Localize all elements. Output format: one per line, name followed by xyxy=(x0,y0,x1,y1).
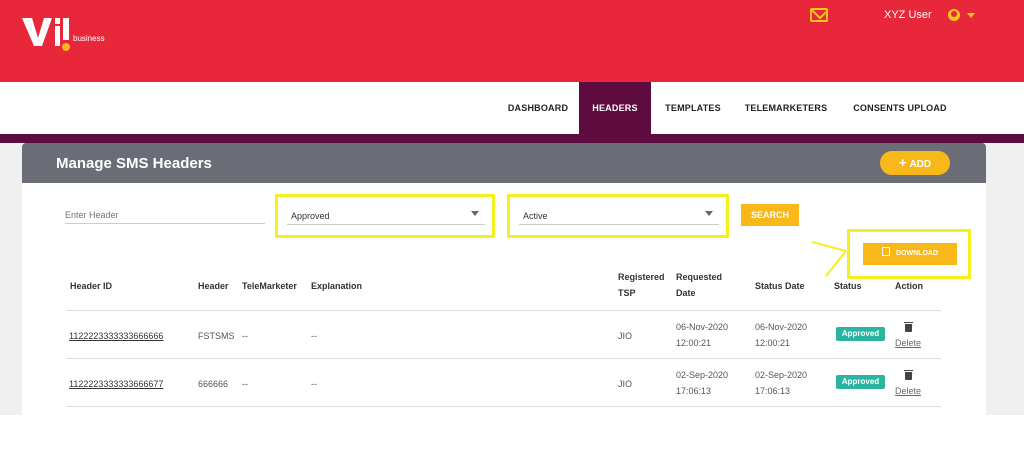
page-background-right xyxy=(986,143,1024,415)
table-row-divider xyxy=(66,406,941,407)
page-background-left xyxy=(0,143,22,415)
top-bar: business XYZ User xyxy=(0,0,1024,82)
chevron-down-icon xyxy=(471,211,479,216)
search-button[interactable]: SEARCH xyxy=(741,204,799,226)
chevron-down-icon[interactable] xyxy=(967,13,975,18)
status-date: 02-Sep-2020 xyxy=(755,370,808,380)
header-cell: FSTSMS xyxy=(198,331,235,341)
status-select-value: Approved xyxy=(291,211,330,221)
column-action: Action xyxy=(895,281,923,291)
panel-header: Manage SMS Headers + ADD xyxy=(22,143,986,183)
state-select-value: Active xyxy=(523,211,548,221)
column-registered-tsp: Registered TSP xyxy=(618,271,665,300)
column-status: Status xyxy=(834,281,862,291)
requested-date: 06-Nov-2020 xyxy=(676,322,729,332)
status-date: 06-Nov-2020 xyxy=(755,322,808,332)
column-requested-date-line2: Date xyxy=(676,288,696,298)
status-date-cell: 02-Sep-2020 17:06:13 xyxy=(755,369,807,398)
requested-time: 17:06:13 xyxy=(676,386,712,396)
table-header-divider xyxy=(66,310,941,311)
explanation-cell: -- xyxy=(311,331,317,341)
column-explanation: Explanation xyxy=(311,281,363,291)
header-search-input[interactable] xyxy=(65,206,265,224)
status-badge: Approved xyxy=(836,375,885,389)
nav-headers[interactable]: HEADERS xyxy=(579,82,651,134)
add-button[interactable]: + ADD xyxy=(880,151,950,175)
nav-dashboard[interactable]: DASHBOARD xyxy=(498,82,578,134)
plus-icon: + xyxy=(898,155,907,170)
column-telemarketer: TeleMarketer xyxy=(242,281,297,291)
trash-icon[interactable] xyxy=(904,322,913,332)
nav-underline xyxy=(0,134,1024,143)
status-time: 12:00:21 xyxy=(755,338,791,348)
status-date-cell: 06-Nov-2020 12:00:21 xyxy=(755,321,807,350)
requested-date-cell: 06-Nov-2020 12:00:21 xyxy=(676,321,728,350)
state-select-highlight: Active xyxy=(507,194,729,238)
status-badge: Approved xyxy=(836,327,885,341)
column-requested-date-line1: Requested xyxy=(676,272,723,282)
column-registered-tsp-line1: Registered xyxy=(618,272,665,282)
file-icon xyxy=(882,247,890,256)
state-select[interactable]: Active xyxy=(519,207,719,225)
requested-date-cell: 02-Sep-2020 17:06:13 xyxy=(676,369,728,398)
annotation-arrow xyxy=(811,241,847,277)
main-nav: DASHBOARD HEADERS TEMPLATES TELEMARKETER… xyxy=(0,82,1024,134)
column-status-date: Status Date xyxy=(755,281,805,291)
nav-telemarketers[interactable]: TELEMARKETERS xyxy=(737,82,835,134)
trash-icon[interactable] xyxy=(904,370,913,380)
tsp-cell: JIO xyxy=(618,379,633,389)
column-registered-tsp-line2: TSP xyxy=(618,288,636,298)
column-requested-date: Requested Date xyxy=(676,271,722,300)
vi-logo[interactable] xyxy=(20,14,120,58)
header-cell: 666666 xyxy=(198,379,229,389)
delete-link[interactable]: Delete xyxy=(895,386,921,396)
mail-icon[interactable] xyxy=(810,8,828,22)
table-row-divider xyxy=(66,358,941,359)
telemarketer-cell: -- xyxy=(242,331,248,341)
status-select-highlight: Approved xyxy=(275,194,495,238)
column-header-id: Header ID xyxy=(70,281,113,291)
nav-consents-upload[interactable]: CONSENTS UPLOAD xyxy=(845,82,955,134)
header-id-link[interactable]: 1122223333333666677 xyxy=(69,378,163,391)
header-id-link[interactable]: 1122223333333666666 xyxy=(69,330,163,343)
status-select[interactable]: Approved xyxy=(287,207,485,225)
status-time: 17:06:13 xyxy=(755,386,791,396)
user-name[interactable]: XYZ User xyxy=(884,9,932,21)
explanation-cell: -- xyxy=(311,379,317,389)
chevron-down-icon xyxy=(705,211,713,216)
column-header: Header xyxy=(198,281,229,291)
telemarketer-cell: -- xyxy=(242,379,248,389)
download-button[interactable]: DOWNLOAD xyxy=(863,243,957,265)
add-button-label: ADD xyxy=(909,159,932,170)
logo-tagline: business xyxy=(73,34,105,43)
requested-time: 12:00:21 xyxy=(676,338,712,348)
download-button-highlight: DOWNLOAD xyxy=(847,229,971,279)
requested-date: 02-Sep-2020 xyxy=(676,370,729,380)
download-button-label: DOWNLOAD xyxy=(896,250,938,257)
tsp-cell: JIO xyxy=(618,331,633,341)
user-icon[interactable] xyxy=(948,9,960,21)
delete-link[interactable]: Delete xyxy=(895,338,921,348)
page-title: Manage SMS Headers xyxy=(56,155,212,172)
nav-templates[interactable]: TEMPLATES xyxy=(656,82,730,134)
